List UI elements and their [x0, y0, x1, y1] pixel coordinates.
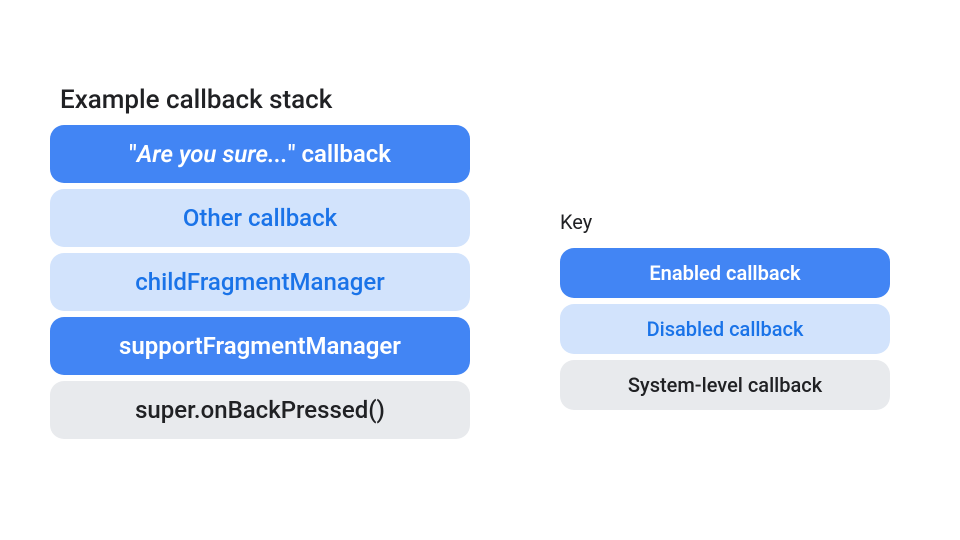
- stack-item-suffix: " callback: [288, 140, 391, 168]
- stack-item-label: Other callback: [183, 204, 337, 232]
- stack-title: Example callback stack: [60, 85, 332, 115]
- stack-item-support-fragment-manager: supportFragmentManager: [50, 317, 470, 375]
- stack-item-are-you-sure: "Are you sure..." callback: [50, 125, 470, 183]
- legend-system: System-level callback: [560, 360, 890, 410]
- stack-item-prefix: ": [129, 140, 137, 168]
- legend-label: Disabled callback: [647, 317, 804, 341]
- legend-enabled: Enabled callback: [560, 248, 890, 298]
- stack-item-child-fragment-manager: childFragmentManager: [50, 253, 470, 311]
- legend-disabled: Disabled callback: [560, 304, 890, 354]
- legend: Enabled callback Disabled callback Syste…: [560, 248, 890, 410]
- stack-item-label: supportFragmentManager: [119, 332, 401, 360]
- legend-label: Enabled callback: [649, 261, 800, 285]
- legend-label: System-level callback: [628, 373, 822, 397]
- stack-item-label: super.onBackPressed(): [135, 396, 385, 424]
- stack-item-other: Other callback: [50, 189, 470, 247]
- stack-item-label: childFragmentManager: [135, 268, 384, 296]
- callback-stack: "Are you sure..." callback Other callbac…: [50, 125, 470, 439]
- stack-item-italic: Are you sure...: [137, 140, 288, 168]
- diagram-canvas: Example callback stack "Are you sure..."…: [0, 0, 960, 540]
- key-title: Key: [560, 210, 592, 234]
- stack-item-super-onbackpressed: super.onBackPressed(): [50, 381, 470, 439]
